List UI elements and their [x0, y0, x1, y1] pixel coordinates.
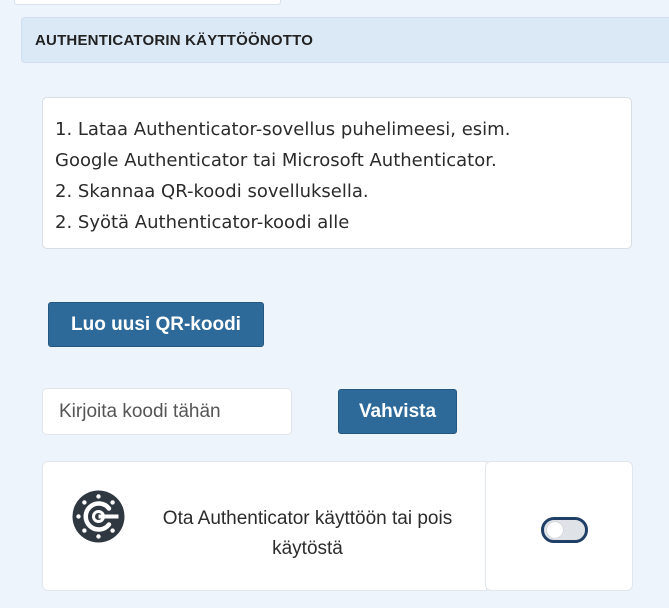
- instructions-box: 1. Lataa Authenticator-sovellus puhelime…: [42, 97, 632, 249]
- panel-header: AUTHENTICATORIN KÄYTTÖÖNOTTO: [21, 17, 669, 63]
- authenticator-icon: [72, 490, 125, 543]
- instruction-line: 2. Syötä Authenticator-koodi alle: [55, 212, 350, 233]
- instruction-line: 1. Lataa Authenticator-sovellus puhelime…: [55, 119, 511, 140]
- create-qr-code-button[interactable]: Luo uusi QR-koodi: [48, 302, 264, 347]
- tab-stub: [14, 0, 281, 5]
- instruction-line: Google Authenticator tai Microsoft Authe…: [55, 150, 497, 171]
- toggle-label: Ota Authenticator käyttöön tai pois käyt…: [162, 508, 453, 559]
- verify-button[interactable]: Vahvista: [338, 389, 457, 434]
- panel-title: AUTHENTICATORIN KÄYTTÖÖNOTTO: [35, 32, 314, 49]
- code-input[interactable]: [42, 388, 292, 435]
- authenticator-toggle-switch[interactable]: [541, 517, 588, 543]
- instruction-line: 2. Skannaa QR-koodi sovelluksella.: [55, 181, 369, 202]
- switch-knob: [547, 522, 563, 538]
